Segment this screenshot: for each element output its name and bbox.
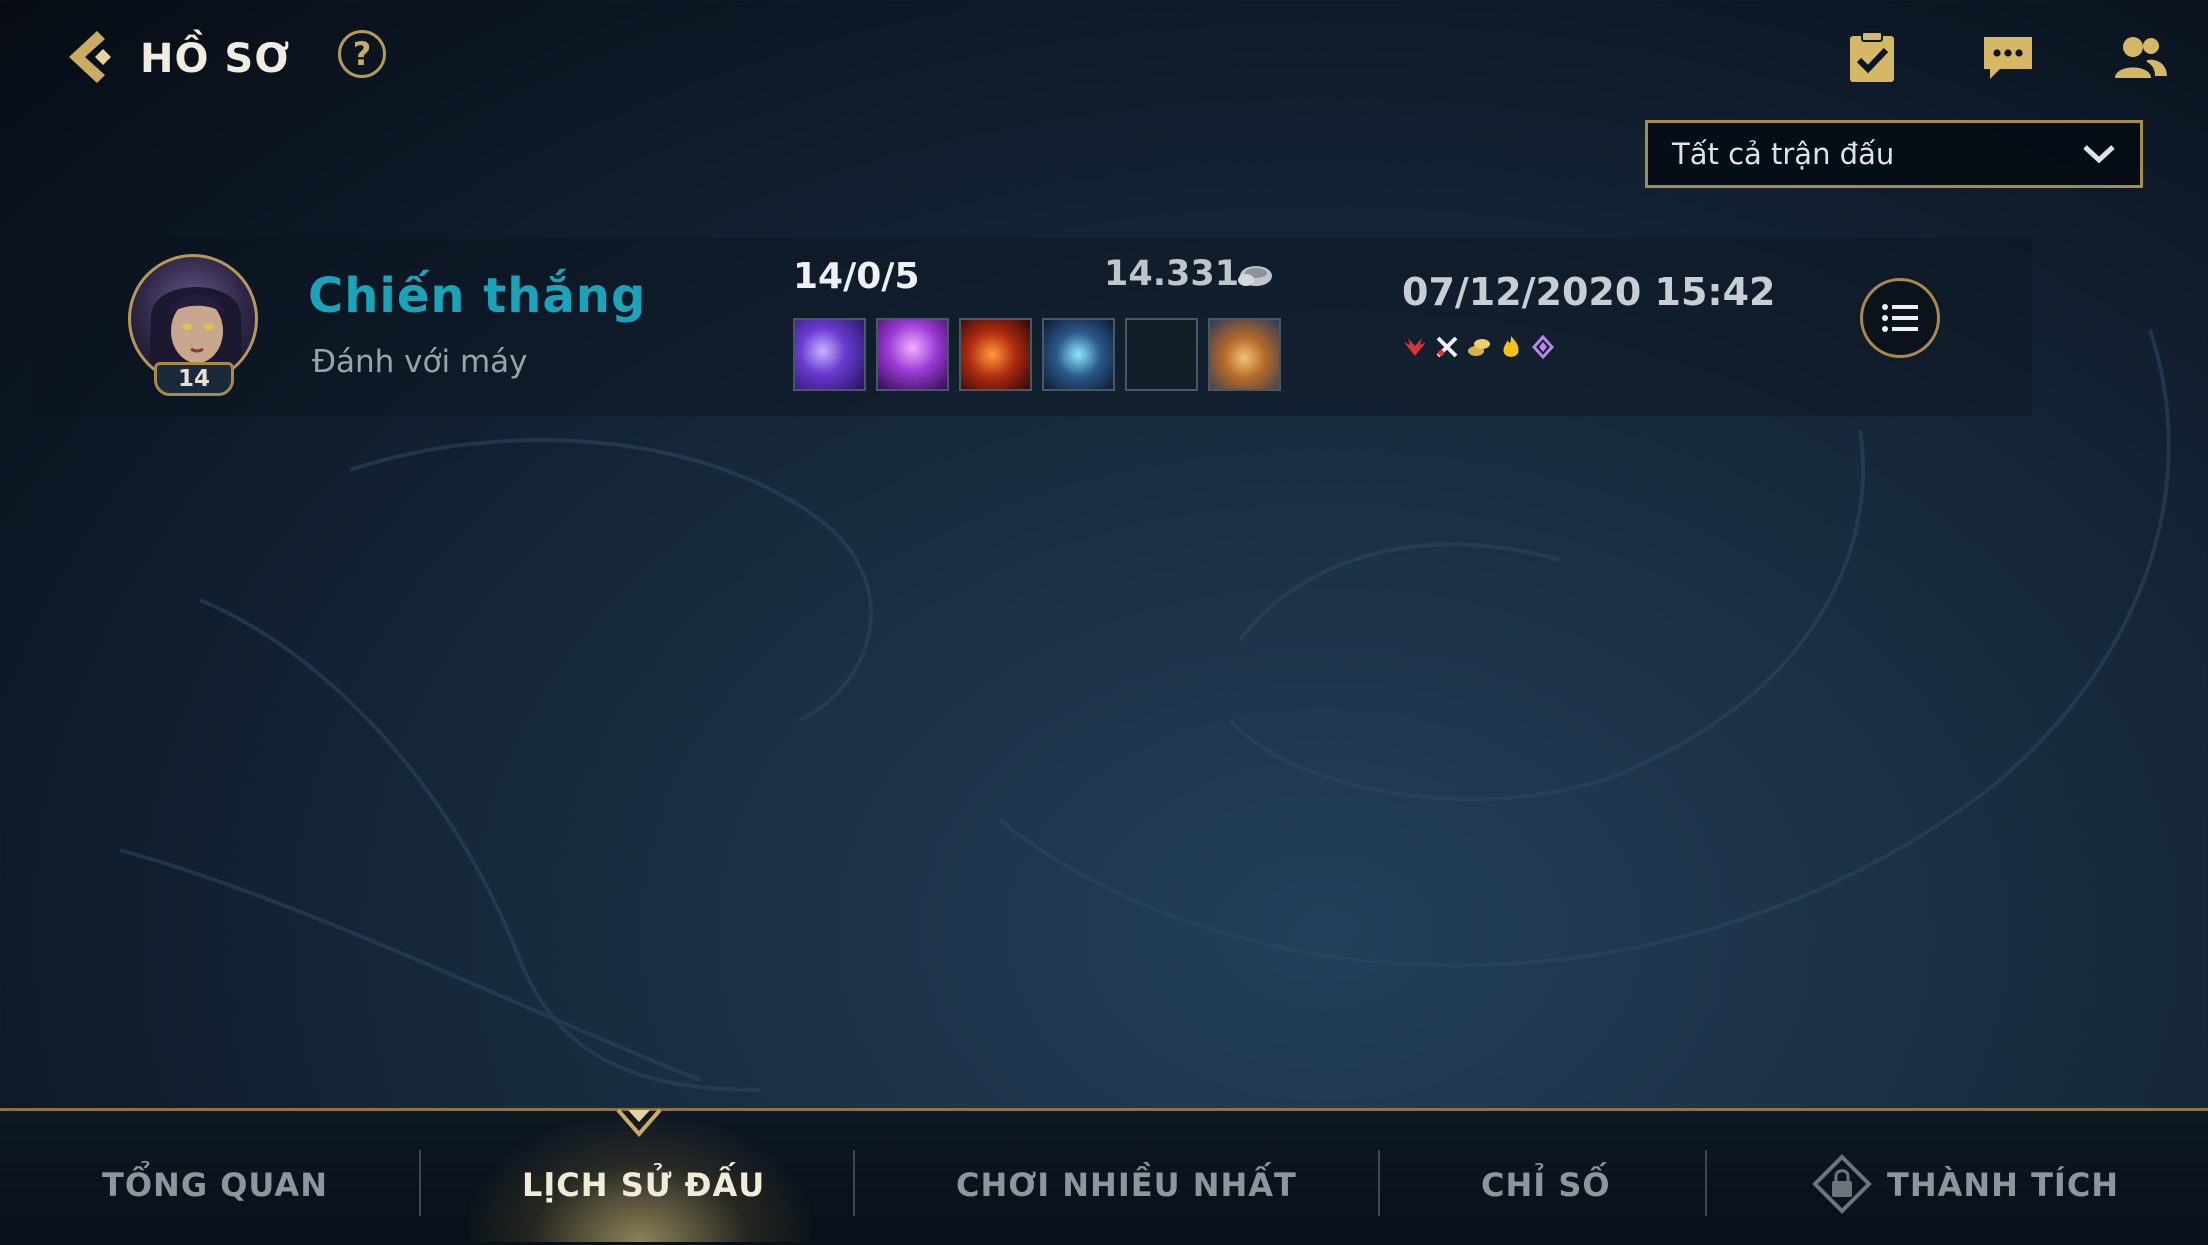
champion-level-badge: 14 — [154, 362, 234, 396]
gold-earned: 14.331 — [1104, 254, 1240, 294]
champion-avatar: 14 — [128, 254, 264, 396]
tab-divider — [419, 1150, 421, 1216]
list-icon — [1882, 304, 1918, 332]
tab-divider — [1378, 1150, 1380, 1216]
red-wings-icon — [1402, 334, 1428, 360]
tab-achievements[interactable]: THÀNH TÍCH — [1887, 1166, 2119, 1204]
item-slot-trinket[interactable] — [1208, 318, 1281, 391]
item-slot-2[interactable] — [876, 318, 949, 391]
tab-overview[interactable]: TỔNG QUAN — [102, 1166, 328, 1204]
missions-icon — [1850, 31, 1894, 82]
lock-icon — [1812, 1154, 1872, 1214]
friends-button[interactable] — [2108, 26, 2172, 90]
match-filter-dropdown[interactable]: Tất cả trận đấu — [1645, 120, 2143, 188]
tab-divider — [1705, 1150, 1707, 1216]
gold-coins-icon — [1466, 334, 1492, 360]
help-button[interactable]: ? — [338, 30, 386, 78]
chat-button[interactable] — [1976, 26, 2040, 90]
item-build — [793, 318, 1281, 391]
match-mode: Đánh với máy — [312, 344, 528, 380]
crossed-swords-icon — [1434, 334, 1460, 360]
item-slot-1[interactable] — [793, 318, 866, 391]
fire-icon — [1498, 334, 1524, 360]
page-title: HỒ SƠ — [140, 36, 291, 82]
filter-selected-value: Tất cả trận đấu — [1672, 137, 1895, 171]
item-slot-3[interactable] — [959, 318, 1032, 391]
match-badges — [1402, 334, 1556, 360]
tab-match-history[interactable]: LỊCH SỬ ĐẤU — [522, 1166, 765, 1204]
tab-divider — [853, 1150, 855, 1216]
active-tab-marker-icon — [616, 1108, 662, 1138]
back-button[interactable] — [54, 22, 124, 92]
match-details-button[interactable] — [1860, 278, 1940, 358]
missions-button[interactable] — [1840, 26, 1904, 90]
kda-score: 14/0/5 — [793, 256, 920, 297]
tab-most-played[interactable]: CHƠI NHIỀU NHẤT — [956, 1166, 1297, 1204]
match-result: Chiến thắng — [308, 268, 647, 324]
item-slot-4[interactable] — [1042, 318, 1115, 391]
friends-icon — [2115, 37, 2167, 78]
purple-gem-icon — [1530, 334, 1556, 360]
gold-coin-icon — [1238, 266, 1272, 286]
back-arrow-icon — [69, 31, 111, 83]
chat-icon — [1984, 37, 2032, 79]
item-slot-empty[interactable] — [1125, 318, 1198, 391]
tab-stats[interactable]: CHỈ SỐ — [1481, 1166, 1611, 1204]
chevron-down-icon — [2083, 145, 2115, 164]
match-datetime: 07/12/2020 15:42 — [1402, 270, 1776, 314]
